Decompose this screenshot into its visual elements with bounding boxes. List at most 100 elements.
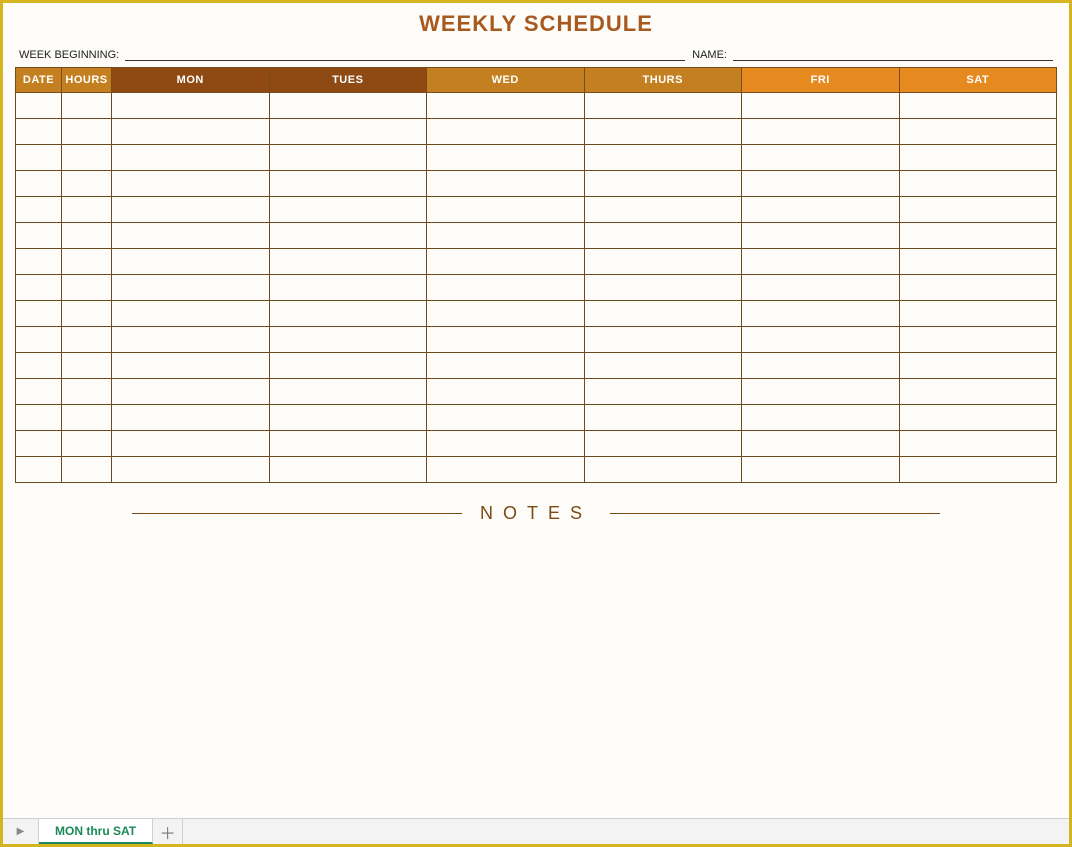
cell-date[interactable] (16, 93, 62, 119)
cell-wed[interactable] (427, 249, 585, 275)
cell-thurs[interactable] (584, 379, 742, 405)
cell-tues[interactable] (269, 301, 427, 327)
cell-date[interactable] (16, 223, 62, 249)
cell-hours[interactable] (62, 431, 112, 457)
cell-wed[interactable] (427, 405, 585, 431)
cell-sat[interactable] (899, 197, 1057, 223)
cell-wed[interactable] (427, 119, 585, 145)
cell-fri[interactable] (742, 119, 900, 145)
cell-tues[interactable] (269, 405, 427, 431)
cell-tues[interactable] (269, 249, 427, 275)
table-row[interactable] (16, 379, 1057, 405)
cell-hours[interactable] (62, 301, 112, 327)
cell-thurs[interactable] (584, 431, 742, 457)
cell-mon[interactable] (112, 353, 270, 379)
cell-tues[interactable] (269, 353, 427, 379)
cell-thurs[interactable] (584, 249, 742, 275)
cell-fri[interactable] (742, 431, 900, 457)
cell-mon[interactable] (112, 145, 270, 171)
cell-date[interactable] (16, 145, 62, 171)
cell-thurs[interactable] (584, 119, 742, 145)
cell-thurs[interactable] (584, 223, 742, 249)
cell-mon[interactable] (112, 249, 270, 275)
table-row[interactable] (16, 301, 1057, 327)
cell-date[interactable] (16, 119, 62, 145)
name-input-line[interactable] (733, 47, 1053, 61)
week-beginning-input-line[interactable] (125, 47, 685, 61)
cell-fri[interactable] (742, 327, 900, 353)
cell-mon[interactable] (112, 197, 270, 223)
cell-date[interactable] (16, 431, 62, 457)
table-row[interactable] (16, 93, 1057, 119)
cell-mon[interactable] (112, 119, 270, 145)
table-row[interactable] (16, 353, 1057, 379)
cell-fri[interactable] (742, 275, 900, 301)
cell-wed[interactable] (427, 93, 585, 119)
cell-fri[interactable] (742, 197, 900, 223)
cell-sat[interactable] (899, 301, 1057, 327)
cell-hours[interactable] (62, 249, 112, 275)
cell-mon[interactable] (112, 301, 270, 327)
cell-tues[interactable] (269, 431, 427, 457)
cell-sat[interactable] (899, 327, 1057, 353)
cell-fri[interactable] (742, 93, 900, 119)
cell-hours[interactable] (62, 353, 112, 379)
cell-mon[interactable] (112, 431, 270, 457)
cell-fri[interactable] (742, 353, 900, 379)
cell-fri[interactable] (742, 405, 900, 431)
cell-hours[interactable] (62, 405, 112, 431)
cell-sat[interactable] (899, 171, 1057, 197)
cell-date[interactable] (16, 457, 62, 483)
cell-thurs[interactable] (584, 93, 742, 119)
cell-sat[interactable] (899, 249, 1057, 275)
cell-hours[interactable] (62, 327, 112, 353)
cell-hours[interactable] (62, 275, 112, 301)
cell-hours[interactable] (62, 171, 112, 197)
table-row[interactable] (16, 223, 1057, 249)
table-row[interactable] (16, 119, 1057, 145)
cell-fri[interactable] (742, 301, 900, 327)
cell-thurs[interactable] (584, 301, 742, 327)
cell-mon[interactable] (112, 405, 270, 431)
cell-date[interactable] (16, 301, 62, 327)
cell-tues[interactable] (269, 197, 427, 223)
schedule-body[interactable] (16, 93, 1057, 483)
cell-thurs[interactable] (584, 171, 742, 197)
table-row[interactable] (16, 197, 1057, 223)
cell-wed[interactable] (427, 327, 585, 353)
table-row[interactable] (16, 405, 1057, 431)
cell-sat[interactable] (899, 145, 1057, 171)
table-row[interactable] (16, 249, 1057, 275)
cell-mon[interactable] (112, 93, 270, 119)
cell-date[interactable] (16, 197, 62, 223)
cell-tues[interactable] (269, 379, 427, 405)
cell-wed[interactable] (427, 145, 585, 171)
cell-sat[interactable] (899, 275, 1057, 301)
cell-date[interactable] (16, 275, 62, 301)
cell-mon[interactable] (112, 457, 270, 483)
cell-sat[interactable] (899, 223, 1057, 249)
cell-hours[interactable] (62, 145, 112, 171)
cell-tues[interactable] (269, 93, 427, 119)
cell-fri[interactable] (742, 249, 900, 275)
cell-sat[interactable] (899, 119, 1057, 145)
cell-thurs[interactable] (584, 275, 742, 301)
week-beginning-field[interactable]: WEEK BEGINNING: (19, 47, 685, 61)
cell-sat[interactable] (899, 405, 1057, 431)
cell-sat[interactable] (899, 353, 1057, 379)
cell-date[interactable] (16, 379, 62, 405)
table-row[interactable] (16, 145, 1057, 171)
cell-date[interactable] (16, 405, 62, 431)
cell-wed[interactable] (427, 171, 585, 197)
sheet-tab-active[interactable]: MON thru SAT (39, 819, 153, 844)
cell-fri[interactable] (742, 145, 900, 171)
cell-hours[interactable] (62, 93, 112, 119)
cell-thurs[interactable] (584, 405, 742, 431)
table-row[interactable] (16, 327, 1057, 353)
sheet-tabs-bar[interactable]: ▶ MON thru SAT ＋ (3, 818, 1069, 844)
cell-sat[interactable] (899, 93, 1057, 119)
cell-tues[interactable] (269, 223, 427, 249)
cell-date[interactable] (16, 249, 62, 275)
cell-fri[interactable] (742, 223, 900, 249)
add-sheet-button[interactable]: ＋ (153, 819, 183, 844)
